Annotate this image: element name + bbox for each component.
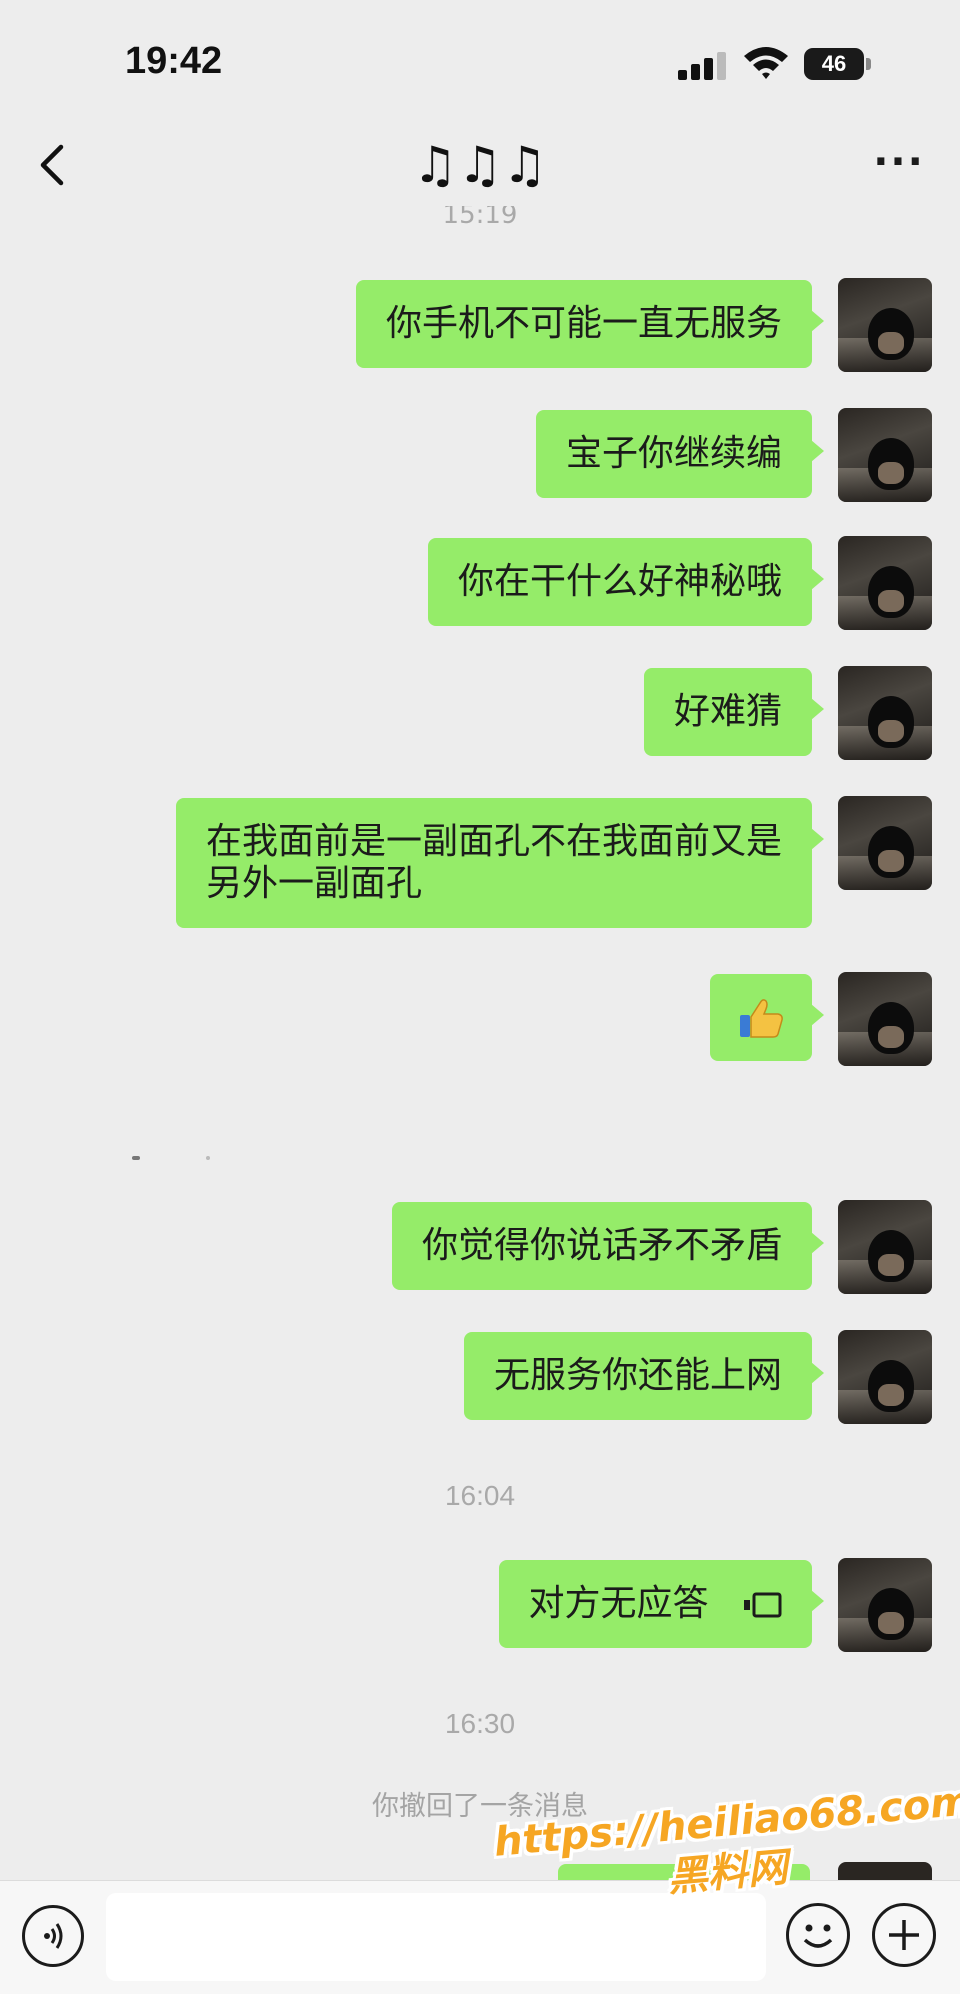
call-status-text: 对方无应答	[528, 1583, 709, 1624]
wifi-icon	[744, 47, 788, 79]
message-bubble[interactable]: 你手机不可能一直无服务	[355, 280, 825, 368]
timestamp: 16:30	[444, 1708, 516, 1739]
avatar[interactable]	[838, 796, 932, 890]
back-button[interactable]	[22, 130, 82, 200]
status-time: 19:42	[125, 40, 223, 82]
battery-nub	[866, 58, 871, 70]
avatar[interactable]	[838, 972, 932, 1066]
timestamp-fragment: 15:19	[442, 206, 518, 230]
message-bubble[interactable]: 在我面前是一副面孔不在我面前又是另外一副面孔	[176, 798, 824, 928]
status-bar: 19:42 46	[0, 0, 960, 120]
cellular-signal-icon	[678, 50, 730, 80]
chat-header: ♫♫♫ ···	[0, 120, 960, 220]
battery-indicator: 46	[804, 48, 864, 80]
avatar[interactable]	[838, 408, 932, 502]
avatar[interactable]	[838, 1558, 932, 1652]
voice-call-icon	[744, 1592, 782, 1618]
timestamp: 16:04	[444, 1480, 516, 1511]
avatar[interactable]	[838, 666, 932, 760]
voice-input-button[interactable]	[22, 1905, 84, 1967]
more-button[interactable]: ···	[864, 130, 934, 200]
message-bubble[interactable]: 你觉得你说话矛不矛盾	[391, 1202, 825, 1290]
call-status-bubble[interactable]: 对方无应答	[498, 1560, 825, 1648]
avatar[interactable]	[838, 1200, 932, 1294]
avatar[interactable]	[838, 536, 932, 630]
image-artifact	[206, 1156, 210, 1160]
avatar[interactable]	[838, 278, 932, 372]
message-bubble[interactable]: 好难猜	[643, 668, 825, 756]
chat-title: ♫♫♫	[412, 136, 548, 194]
thumbs-up-icon	[740, 999, 783, 1038]
message-bubble[interactable]: 无服务你还能上网	[463, 1332, 825, 1420]
message-bubble[interactable]	[710, 974, 824, 1061]
chevron-left-icon	[40, 144, 64, 186]
message-bubble[interactable]: 你在干什么好神秘哦	[427, 538, 825, 626]
image-artifact	[132, 1156, 140, 1160]
voice-input-icon	[44, 1923, 63, 1949]
avatar[interactable]	[838, 1330, 932, 1424]
message-bubble[interactable]: 宝子你继续编	[535, 410, 825, 498]
